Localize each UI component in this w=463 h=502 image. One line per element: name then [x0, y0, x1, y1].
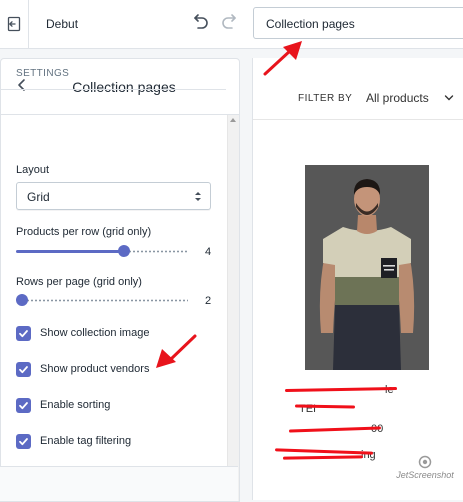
select-arrows-icon — [195, 192, 201, 201]
editor-topbar: Debut Collection pages — [0, 0, 463, 49]
exit-editor-icon — [7, 16, 21, 32]
slider-fill — [16, 250, 125, 253]
camera-logo-icon — [418, 455, 432, 469]
sidebar-title: Collection pages — [72, 79, 176, 95]
checkmark-icon — [19, 366, 28, 374]
slider-track — [22, 299, 188, 302]
products-per-row-label: Products per row (grid only) — [16, 226, 152, 238]
watermark: JetScreenshot — [392, 455, 458, 480]
layout-label: Layout — [16, 164, 50, 176]
section-divider — [0, 89, 226, 90]
layout-select[interactable]: Grid — [16, 182, 211, 210]
enable-sorting-checkbox[interactable] — [16, 398, 31, 413]
watermark-text: JetScreenshot — [396, 470, 454, 480]
enable-tag-filtering-checkbox[interactable] — [16, 434, 31, 449]
page-selector[interactable]: Collection pages — [253, 7, 463, 39]
layout-select-value: Grid — [27, 190, 50, 204]
rows-per-page-slider[interactable] — [16, 294, 188, 306]
slider-thumb[interactable] — [118, 245, 131, 257]
storefront-preview: FILTER BY All products le TEI 00 ing — [252, 58, 463, 500]
sidebar-footer — [0, 466, 238, 501]
enable-sorting-label[interactable]: Enable sorting — [40, 399, 110, 411]
rows-per-page-value: 2 — [205, 295, 212, 307]
products-per-row-value: 4 — [205, 246, 212, 258]
annotation-arrow-icon — [263, 41, 302, 76]
redaction-line — [274, 448, 374, 455]
checkmark-icon — [19, 330, 28, 338]
filter-select[interactable]: All products — [366, 91, 429, 105]
chevron-down-icon[interactable] — [444, 94, 454, 102]
annotation-arrow-icon — [156, 334, 197, 368]
undo-icon[interactable] — [190, 12, 210, 32]
show-product-vendors-label[interactable]: Show product vendors — [40, 363, 149, 375]
rows-per-page-label: Rows per page (grid only) — [16, 276, 142, 288]
theme-name: Debut — [46, 17, 79, 31]
slider-thumb[interactable] — [16, 294, 28, 306]
products-per-row-slider[interactable] — [16, 245, 188, 257]
product-image[interactable] — [305, 165, 429, 370]
exit-editor-button[interactable] — [0, 0, 29, 48]
filter-by-label: FILTER BY — [298, 93, 353, 104]
page-selector-value: Collection pages — [266, 17, 355, 31]
redaction-line — [288, 426, 382, 433]
redaction-line — [282, 455, 364, 460]
show-collection-image-checkbox[interactable] — [16, 326, 31, 341]
redo-icon[interactable] — [220, 12, 240, 32]
scroll-up-arrow-icon[interactable] — [230, 118, 236, 122]
enable-tag-filtering-label[interactable]: Enable tag filtering — [40, 435, 131, 447]
checkmark-icon — [19, 438, 28, 446]
section-heading: SETTINGS — [16, 68, 70, 79]
checkmark-icon — [19, 402, 28, 410]
show-product-vendors-checkbox[interactable] — [16, 362, 31, 377]
show-collection-image-label[interactable]: Show collection image — [40, 327, 149, 339]
redaction-line — [284, 387, 398, 392]
sidebar-scrollbar[interactable] — [227, 115, 239, 501]
slider-track — [124, 250, 188, 253]
